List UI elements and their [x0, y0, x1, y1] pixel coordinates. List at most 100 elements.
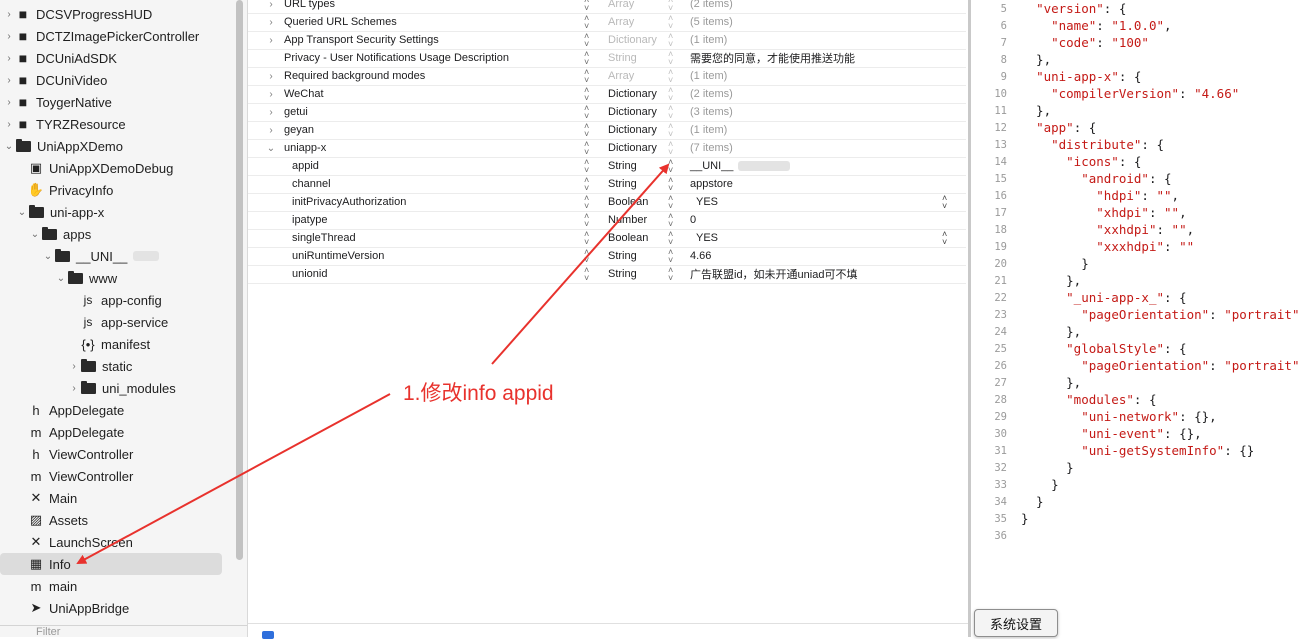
type-selector-icon[interactable]: ˄ ˅ [668, 266, 673, 283]
plist-type[interactable]: String [608, 160, 637, 172]
plist-type[interactable]: String [608, 250, 637, 262]
type-selector-icon[interactable]: ˄ ˅ [668, 212, 673, 229]
plist-value[interactable]: (5 items) [690, 16, 733, 28]
navigator-item[interactable]: › uni_modules [0, 377, 247, 399]
chevron-right-icon[interactable]: › [4, 31, 14, 42]
type-selector-icon[interactable]: ˄ ˅ [668, 86, 673, 103]
plist-row[interactable]: uniRuntimeVersion ˄ ˅ String ˄ ˅ 4.66 [248, 247, 966, 266]
plist-type[interactable]: Dictionary [608, 106, 657, 118]
plist-key[interactable]: Privacy - User Notifications Usage Descr… [284, 52, 509, 64]
plist-row[interactable]: initPrivacyAuthorization ˄ ˅ Boolean ˄ ˅ YES ˄ ˅ [248, 193, 966, 212]
chevron-right-icon[interactable]: › [4, 9, 14, 20]
chevron-right-icon[interactable]: › [266, 0, 276, 10]
plist-row[interactable]: ⌄ uniapp-x ˄ ˅ Dictionary ˄ ˅ (7 items) [248, 139, 966, 158]
plist-value[interactable]: (1 item) [690, 124, 727, 136]
key-selector-icon[interactable]: ˄ ˅ [584, 140, 589, 157]
navigator-item[interactable]: h ViewController [0, 443, 247, 465]
navigator-item[interactable]: › ■ DCUniAdSDK [0, 47, 247, 69]
key-selector-icon[interactable]: ˄ ˅ [584, 248, 589, 265]
plist-value[interactable]: (2 items) [690, 0, 733, 10]
navigator-item[interactable]: ➤ UniAppBridge [0, 597, 247, 619]
plist-key[interactable]: Queried URL Schemes [284, 16, 397, 28]
plist-row[interactable]: ipatype ˄ ˅ Number ˄ ˅ 0 [248, 211, 966, 230]
chevron-right-icon[interactable]: › [4, 119, 14, 130]
key-selector-icon[interactable]: ˄ ˅ [584, 104, 589, 121]
navigator-item[interactable]: › ■ DCTZImagePickerController [0, 25, 247, 47]
plist-value[interactable]: appstore [690, 178, 733, 190]
plist-key[interactable]: ipatype [292, 214, 327, 226]
type-selector-icon[interactable]: ˄ ˅ [668, 14, 673, 31]
key-selector-icon[interactable]: ˄ ˅ [584, 194, 589, 211]
navigator-item[interactable]: ✕ LaunchScreen [0, 531, 247, 553]
plist-value[interactable]: (1 item) [690, 34, 727, 46]
key-selector-icon[interactable]: ˄ ˅ [584, 14, 589, 31]
navigator-item[interactable]: m AppDelegate [0, 421, 247, 443]
key-selector-icon[interactable]: ˄ ˅ [584, 32, 589, 49]
plist-row[interactable]: › geyan ˄ ˅ Dictionary ˄ ˅ (1 item) [248, 121, 966, 140]
plist-type[interactable]: Dictionary [608, 88, 657, 100]
chevron-down-icon[interactable]: ⌄ [30, 229, 40, 240]
plist-type[interactable]: Dictionary [608, 34, 657, 46]
navigator-item[interactable]: ⌄ www [0, 267, 247, 289]
navigator-item[interactable]: ▨ Assets [0, 509, 247, 531]
plist-value[interactable]: (3 items) [690, 106, 733, 118]
chevron-down-icon[interactable]: ⌄ [4, 141, 14, 152]
navigator-item[interactable]: js app-service [0, 311, 247, 333]
navigator-item[interactable]: m main [0, 575, 247, 597]
type-selector-icon[interactable]: ˄ ˅ [668, 0, 673, 13]
type-selector-icon[interactable]: ˄ ˅ [668, 122, 673, 139]
plist-type[interactable]: Dictionary [608, 142, 657, 154]
plist-row[interactable]: › Queried URL Schemes ˄ ˅ Array ˄ ˅ (5 items) [248, 13, 966, 32]
chevron-down-icon[interactable]: ⌄ [43, 251, 53, 262]
plist-value[interactable]: (2 items) [690, 88, 733, 100]
navigator-filter-field[interactable]: Filter [0, 625, 247, 637]
plist-key[interactable]: Required background modes [284, 70, 425, 82]
key-selector-icon[interactable]: ˄ ˅ [584, 266, 589, 283]
key-selector-icon[interactable]: ˄ ˅ [584, 50, 589, 67]
chevron-right-icon[interactable]: › [4, 75, 14, 86]
navigator-item[interactable]: ⌄ apps [0, 223, 247, 245]
plist-type[interactable]: Dictionary [608, 124, 657, 136]
type-selector-icon[interactable]: ˄ ˅ [668, 68, 673, 85]
type-selector-icon[interactable]: ˄ ˅ [668, 32, 673, 49]
code-editor[interactable]: 5 "version": {6 "name": "1.0.0", 7 "code"… [971, 0, 1302, 637]
plist-key[interactable]: WeChat [284, 88, 324, 100]
plist-value[interactable]: 需要您的同意，才能使用推送功能 [690, 50, 855, 66]
plist-row[interactable]: › App Transport Security Settings ˄ ˅ Dictio… [248, 31, 966, 50]
plist-key[interactable]: App Transport Security Settings [284, 34, 439, 46]
chevron-right-icon[interactable]: › [266, 89, 276, 100]
navigator-item[interactable]: › ■ DCSVProgressHUD [0, 3, 247, 25]
plist-type[interactable]: Number [608, 214, 647, 226]
plist-key[interactable]: appid [292, 160, 319, 172]
plist-value[interactable]: YES [696, 196, 718, 208]
navigator-item[interactable]: ▦ Info [0, 553, 222, 575]
boolean-popup-icon[interactable]: ˄ ˅ [942, 194, 947, 211]
plist-key[interactable]: unionid [292, 268, 327, 280]
system-settings-button[interactable]: 系统设置 [974, 609, 1058, 637]
plist-row[interactable]: › URL types ˄ ˅ Array ˄ ˅ (2 items) [248, 0, 966, 14]
key-selector-icon[interactable]: ˄ ˅ [584, 230, 589, 247]
plist-value[interactable]: (7 items) [690, 142, 733, 154]
navigator-item[interactable]: › ■ ToygerNative [0, 91, 247, 113]
plist-value[interactable]: __UNI__ [690, 160, 733, 172]
chevron-right-icon[interactable]: › [266, 125, 276, 136]
plist-row[interactable]: singleThread ˄ ˅ Boolean ˄ ˅ YES ˄ ˅ [248, 229, 966, 248]
chevron-down-icon[interactable]: ⌄ [266, 143, 276, 154]
type-selector-icon[interactable]: ˄ ˅ [668, 194, 673, 211]
plist-type[interactable]: String [608, 178, 637, 190]
type-selector-icon[interactable]: ˄ ˅ [668, 176, 673, 193]
plist-row[interactable]: channel ˄ ˅ String ˄ ˅ appstore [248, 175, 966, 194]
navigator-item[interactable]: › static [0, 355, 247, 377]
chevron-right-icon[interactable]: › [69, 383, 79, 394]
checkbox-icon[interactable] [262, 631, 274, 639]
navigator-item[interactable]: ✋ PrivacyInfo [0, 179, 247, 201]
plist-row[interactable]: › WeChat ˄ ˅ Dictionary ˄ ˅ (2 items) [248, 85, 966, 104]
type-selector-icon[interactable]: ˄ ˅ [668, 104, 673, 121]
plist-type[interactable]: Boolean [608, 232, 648, 244]
plist-type[interactable]: Array [608, 70, 634, 82]
navigator-item[interactable]: › ■ DCUniVideo [0, 69, 247, 91]
plist-row[interactable]: appid ˄ ˅ String ˄ ˅ __UNI__ [248, 157, 966, 176]
plist-type[interactable]: Array [608, 16, 634, 28]
chevron-right-icon[interactable]: › [69, 361, 79, 372]
navigator-item[interactable]: ⌄ __UNI__ [0, 245, 247, 267]
